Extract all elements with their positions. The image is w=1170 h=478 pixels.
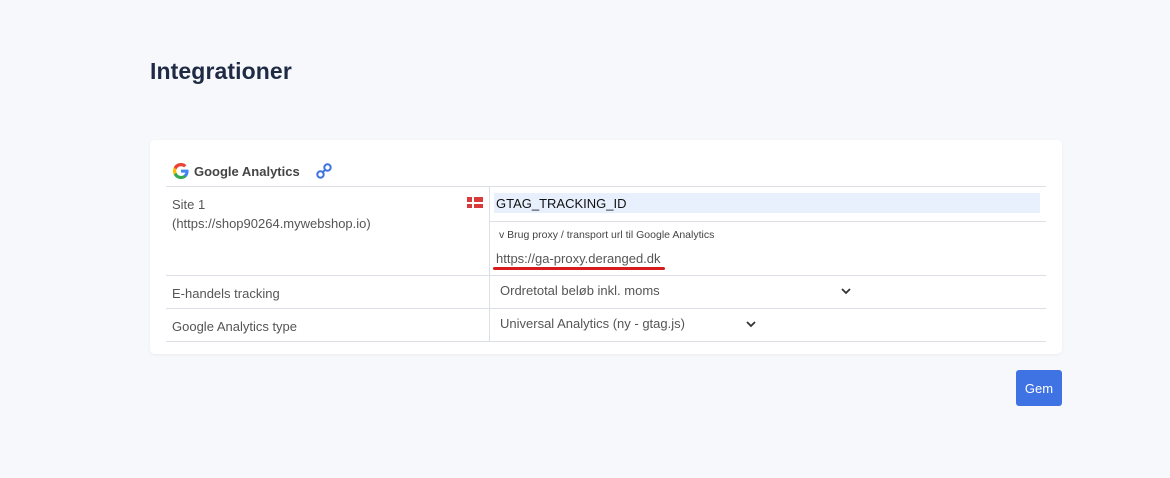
ecommerce-label: E-handels tracking	[166, 276, 490, 308]
site-value-cell: v Brug proxy / transport url til Google …	[490, 187, 1046, 275]
card-header: Google Analytics	[173, 161, 333, 181]
ecommerce-select[interactable]: Ordretotal beløb inkl. moms	[500, 283, 852, 298]
chevron-down-icon	[840, 285, 852, 297]
table-row-site: Site 1 (https://shop90264.mywebshop.io) …	[166, 186, 1046, 275]
google-logo-icon	[173, 163, 189, 179]
save-button[interactable]: Gem	[1016, 370, 1062, 406]
proxy-toggle[interactable]: v Brug proxy / transport url til Google …	[499, 229, 714, 241]
site-name: Site 1	[172, 197, 206, 212]
integration-name: Google Analytics	[194, 163, 300, 179]
link-icon[interactable]	[315, 162, 333, 180]
settings-table: Site 1 (https://shop90264.mywebshop.io) …	[166, 186, 1046, 342]
ga-type-value-cell: Universal Analytics (ny - gtag.js)	[490, 309, 1046, 341]
table-row-ecommerce: E-handels tracking Ordretotal beløb inkl…	[166, 275, 1046, 308]
ga-type-label: Google Analytics type	[166, 309, 490, 341]
divider	[490, 221, 1046, 222]
ecommerce-value-cell: Ordretotal beløb inkl. moms	[490, 276, 1046, 308]
proxy-url-input[interactable]	[496, 251, 696, 266]
ga-type-select[interactable]: Universal Analytics (ny - gtag.js)	[500, 316, 757, 331]
table-row-ga-type: Google Analytics type Universal Analytic…	[166, 308, 1046, 342]
site-label-cell: Site 1 (https://shop90264.mywebshop.io)	[166, 187, 490, 275]
highlight-underline	[493, 267, 665, 270]
denmark-flag-icon	[467, 197, 483, 208]
tracking-id-input[interactable]	[494, 193, 1040, 213]
site-url: (https://shop90264.mywebshop.io)	[172, 216, 371, 231]
page-title: Integrationer	[150, 58, 292, 84]
ecommerce-selected-value: Ordretotal beløb inkl. moms	[500, 283, 660, 298]
chevron-down-icon	[745, 318, 757, 330]
integration-card: Google Analytics Site 1 (https://shop902…	[150, 140, 1062, 354]
ga-type-selected-value: Universal Analytics (ny - gtag.js)	[500, 316, 685, 331]
